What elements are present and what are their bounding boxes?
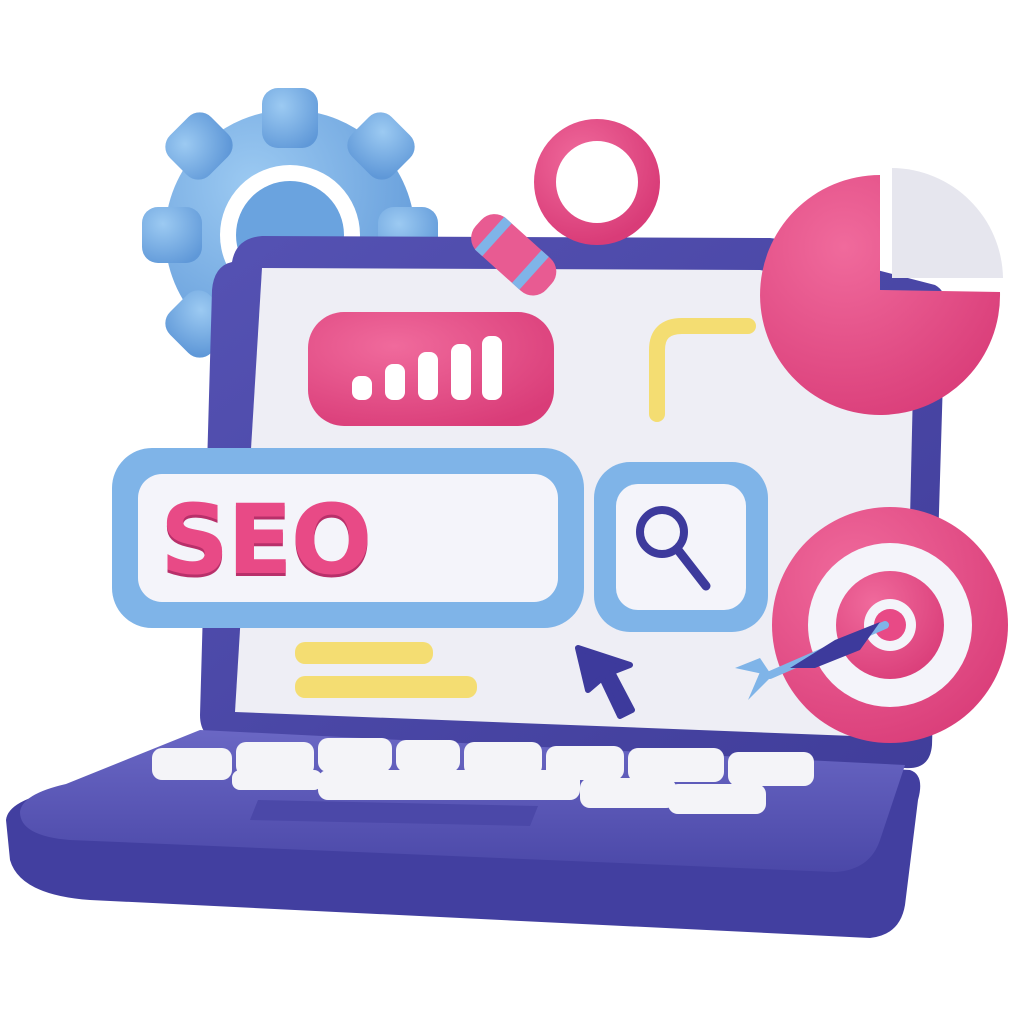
target-icon bbox=[772, 507, 1008, 743]
illustration-canvas bbox=[6, 88, 1008, 938]
search-input-text: SEO bbox=[160, 484, 372, 596]
key bbox=[396, 740, 460, 772]
key bbox=[628, 748, 724, 782]
key bbox=[668, 784, 766, 814]
key bbox=[580, 778, 676, 808]
spacebar-key bbox=[318, 770, 580, 800]
key bbox=[728, 752, 814, 786]
key bbox=[152, 748, 232, 780]
search-button[interactable] bbox=[594, 462, 768, 632]
key bbox=[318, 738, 392, 772]
seo-illustration: SEO bbox=[0, 0, 1024, 1024]
pie-chart-icon bbox=[760, 168, 1003, 416]
signal-bars-icon bbox=[308, 312, 554, 426]
key bbox=[232, 770, 322, 790]
